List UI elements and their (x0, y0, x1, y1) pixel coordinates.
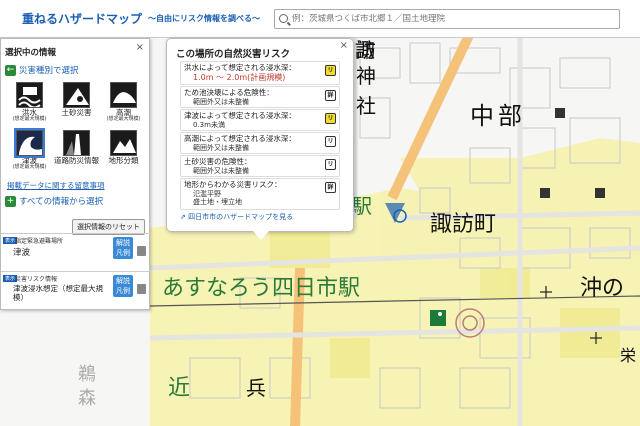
hazard-road-label: 道路防災情報 (54, 156, 99, 165)
risk-answer: 盛土地・埋立地 (193, 198, 242, 207)
risk-item-tsunami: 津波によって想定される浸水深： 0.3m未満 リ (180, 109, 340, 131)
plus-icon: + (5, 195, 16, 207)
storm-surge-icon (110, 82, 137, 108)
panel-title: 選択中の情報 (5, 48, 57, 58)
map-label-u: 鵜 (78, 364, 96, 385)
risk-item-landslide: 土砂災害の危険性： 範囲外又は未整備 リ (180, 155, 340, 177)
hazard-landslide[interactable]: 土砂災害 (54, 82, 99, 130)
app-title[interactable]: 重ねるハザードマップ (22, 10, 142, 27)
layer-item-evacuation: 表示 指定緊急避難場所 津波 解説凡例 (1, 233, 151, 273)
arrow-left-icon: ← (5, 64, 16, 76)
popup-title: この場所の自然災害リスク (176, 49, 291, 60)
risk-badge-icon[interactable]: リ (325, 65, 336, 76)
city-hazard-map-link[interactable]: ⇗ 四日市市のハザードマップを見る (180, 212, 293, 222)
map-label-suwa-shrine-3: 神 (356, 64, 376, 88)
risk-item-terrain: 地形からわかる災害リスク： 氾濫平野 盛土地・埋立地 詳 (180, 178, 340, 210)
hazard-tsunami-sub: (想定最大規模) (12, 163, 47, 170)
risk-question: ため池決壊による危険性： (184, 88, 274, 97)
risk-badge-icon[interactable]: 詳 (325, 90, 336, 101)
selected-info-panel: 選択中の情報 × ← 災害種別で選択 洪水 (想定最大規模) 土砂災害 高潮 (… (0, 38, 151, 311)
all-info-link[interactable]: + すべての情報から選択 (1, 193, 149, 209)
evacuation-site-icon[interactable] (430, 310, 446, 326)
map-label-suwa-shrine-2: 訪 (356, 38, 376, 62)
app-subtitle: ～自由にリスク情報を調べる～ (148, 14, 261, 23)
risk-answer: 1.0m ～ 2.0m(計画規模) (193, 73, 286, 82)
popup-close-icon[interactable]: × (340, 40, 348, 51)
city-hazard-map-label: 四日市市のハザードマップを見る (188, 213, 294, 221)
risk-badge-icon[interactable]: リ (325, 136, 336, 147)
map-label-suwa-shrine-4: 社 (356, 94, 376, 118)
all-info-label: すべての情報から選択 (19, 197, 104, 207)
hazard-flood-sub: (想定最大規模) (12, 115, 47, 122)
data-notice-link[interactable]: 掲載データに関する留意事項 (1, 178, 149, 193)
map-label-asunarou-station: あすなろう四日市駅 (162, 276, 361, 301)
risk-answer: 範囲外又は未整備 (193, 167, 249, 175)
map-label-station: 駅 (352, 194, 372, 218)
hazard-storm-surge-sub: (想定最大規模) (106, 115, 141, 122)
risk-item-flood: 洪水によって想定される浸水深： 1.0m ～ 2.0m(計画規模) リ (180, 61, 340, 85)
evacuation-site-icon-head (438, 312, 442, 316)
layer-caption: 災害リスク情報 (15, 276, 58, 283)
map-label-hyo: 兵 (246, 376, 266, 400)
map-label-chubu: 中部 (470, 102, 526, 130)
trash-icon[interactable] (137, 284, 146, 294)
risk-question: 土砂災害の危険性： (184, 157, 252, 166)
map-label-kintetsu: 近 (168, 376, 191, 401)
hazard-flood[interactable]: 洪水 (想定最大規模) (7, 82, 52, 130)
hazard-terrain-label: 地形分類 (108, 156, 139, 165)
map-label-sakae: 栄 (620, 346, 637, 365)
risk-badge-icon[interactable]: リ (325, 159, 336, 170)
hazard-icon-grid: 洪水 (想定最大規模) 土砂災害 高潮 (想定最大規模) 津波 (想定最大規模) (1, 78, 149, 178)
risk-answer: 範囲外又は未整備 (193, 144, 249, 152)
flood-icon (16, 82, 43, 108)
risk-question: 津波によって想定される浸水深： (184, 111, 296, 120)
map-label-suwacho: 諏訪町 (430, 212, 497, 237)
risk-answer: 範囲外又は未整備 (193, 98, 249, 106)
road-icon (63, 130, 90, 156)
map-label-okinoshima: 沖の (580, 276, 625, 301)
header-bar: 重ねるハザードマップ ～自由にリスク情報を調べる～ (0, 0, 640, 38)
panel-close-icon[interactable]: × (136, 42, 144, 53)
risk-item-storm-surge: 高潮によって想定される浸水深： 範囲外又は未整備 リ (180, 132, 340, 154)
risk-popup: この場所の自然災害リスク × 洪水によって想定される浸水深： 1.0m ～ 2.… (166, 38, 354, 240)
risk-answer: 0.3m未満 (193, 121, 225, 129)
risk-question: 洪水によって想定される浸水深： (184, 63, 296, 72)
risk-answer: 氾濫平野 (193, 190, 221, 198)
hazard-category-label: 災害種別で選択 (19, 66, 79, 76)
risk-badge-icon[interactable]: 詳 (325, 182, 336, 193)
external-link-icon: ⇗ (180, 213, 186, 221)
map-label-mori: 森 (78, 388, 96, 409)
hazard-landslide-label: 土砂災害 (61, 108, 92, 117)
legend-button[interactable]: 解説凡例 (113, 275, 133, 297)
hazard-category-link[interactable]: ← 災害種別で選択 (1, 62, 149, 78)
risk-question: 高潮によって想定される浸水深： (184, 134, 296, 143)
search-icon (279, 14, 289, 23)
layer-item-tsunami: 表示 災害リスク情報 津波浸水想定（想定最大規模） 解説凡例 (1, 271, 151, 311)
layer-caption: 指定緊急避難場所 (15, 238, 64, 245)
hazard-storm-surge[interactable]: 高潮 (想定最大規模) (101, 82, 146, 130)
tsunami-icon (14, 128, 45, 158)
hazard-road[interactable]: 道路防災情報 (54, 130, 99, 178)
risk-item-reservoir: ため池決壊による危険性： 範囲外又は未整備 詳 (180, 86, 340, 108)
legend-button[interactable]: 解説凡例 (113, 237, 133, 259)
risk-question: 地形からわかる災害リスク： (184, 180, 282, 189)
search-input[interactable] (292, 13, 613, 24)
trash-icon[interactable] (137, 246, 146, 256)
hazard-terrain[interactable]: 地形分類 (101, 130, 146, 178)
layer-name: 津波浸水想定（想定最大規模） (13, 284, 103, 302)
terrain-icon (110, 130, 137, 156)
landslide-icon (63, 82, 90, 108)
layer-name: 津波 (13, 248, 31, 258)
search-box[interactable] (274, 8, 621, 29)
risk-badge-icon[interactable]: リ (325, 113, 336, 124)
hazard-tsunami[interactable]: 津波 (想定最大規模) (7, 128, 52, 178)
